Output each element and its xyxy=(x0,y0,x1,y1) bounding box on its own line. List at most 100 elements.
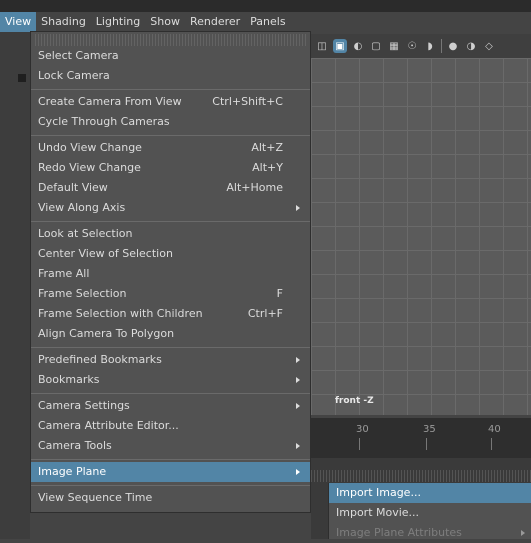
submenu-grip xyxy=(311,470,531,482)
menu-separator xyxy=(31,393,310,394)
menu-item-shortcut: Alt+Y xyxy=(252,161,283,174)
timeline-tick: 30 xyxy=(356,424,369,435)
menu-item-lock-camera[interactable]: Lock Camera xyxy=(31,66,310,86)
submenu-arrow-icon xyxy=(296,403,300,409)
camera-label: front -Z xyxy=(335,396,374,406)
timeline-tick-mark xyxy=(426,438,427,450)
menu-item-frame-selection-with-children[interactable]: Frame Selection with Children Ctrl+F xyxy=(31,304,310,324)
menu-item-align-camera-to-polygon[interactable]: Align Camera To Polygon xyxy=(31,324,310,344)
panel-menubar: View Shading Lighting Show Renderer Pane… xyxy=(0,12,531,32)
menu-item-shortcut: Alt+Home xyxy=(226,181,283,194)
menu-item-cycle-through-cameras[interactable]: Cycle Through Cameras xyxy=(31,112,310,132)
menu-item-frame-selection[interactable]: Frame Selection F xyxy=(31,284,310,304)
view-menu: Select Camera Lock Camera Create Camera … xyxy=(30,31,311,513)
menu-item-shortcut: Ctrl+Shift+C xyxy=(212,95,283,108)
submenu-item-image-plane-attributes: Image Plane Attributes xyxy=(329,523,531,543)
menu-item-view-sequence-time[interactable]: View Sequence Time xyxy=(31,488,310,508)
menu-separator xyxy=(31,135,310,136)
timeline-tick: 35 xyxy=(423,424,436,435)
menu-item-label: Select Camera xyxy=(38,49,119,62)
menu-item-shortcut: Alt+Z xyxy=(251,141,283,154)
menu-item-label: Predefined Bookmarks xyxy=(38,353,162,366)
menu-item-camera-tools[interactable]: Camera Tools xyxy=(31,436,310,456)
submenu-arrow-icon xyxy=(296,377,300,383)
timeline-tick: 40 xyxy=(488,424,501,435)
menu-item-label: Camera Tools xyxy=(38,439,112,452)
shadow-icon[interactable]: ◗ xyxy=(423,39,437,53)
menu-panels[interactable]: Panels xyxy=(245,12,290,32)
menu-item-camera-settings[interactable]: Camera Settings xyxy=(31,396,310,416)
menu-item-label: Frame Selection xyxy=(38,287,127,300)
menu-item-label: Camera Attribute Editor... xyxy=(38,419,179,432)
gutter-swatch xyxy=(18,74,26,82)
submenu-item-import-image[interactable]: Import Image... xyxy=(329,483,531,503)
left-gutter xyxy=(0,32,30,539)
submenu-item-import-movie[interactable]: Import Movie... xyxy=(329,503,531,523)
image-plane-submenu: Import Image... Import Movie... Image Pl… xyxy=(328,483,531,539)
menu-item-center-view-of-selection[interactable]: Center View of Selection xyxy=(31,244,310,264)
menu-item-label: Import Image... xyxy=(336,486,421,499)
menu-tearoff-grip[interactable] xyxy=(35,34,306,46)
menu-item-label: Redo View Change xyxy=(38,161,141,174)
menu-item-label: Look at Selection xyxy=(38,227,133,240)
submenu-arrow-icon xyxy=(296,469,300,475)
toolbar-separator xyxy=(441,39,442,53)
menu-item-create-camera-from-view[interactable]: Create Camera From View Ctrl+Shift+C xyxy=(31,92,310,112)
menu-item-label: Bookmarks xyxy=(38,373,100,386)
menu-item-image-plane[interactable]: Image Plane xyxy=(31,462,310,482)
menu-item-bookmarks[interactable]: Bookmarks xyxy=(31,370,310,390)
menu-item-redo-view-change[interactable]: Redo View Change Alt+Y xyxy=(31,158,310,178)
menu-item-label: Image Plane Attributes xyxy=(336,526,462,539)
menu-item-label: Default View xyxy=(38,181,108,194)
menu-item-frame-all[interactable]: Frame All xyxy=(31,264,310,284)
menu-item-view-along-axis[interactable]: View Along Axis xyxy=(31,198,310,218)
menu-item-look-at-selection[interactable]: Look at Selection xyxy=(31,224,310,244)
menu-renderer[interactable]: Renderer xyxy=(185,12,245,32)
isolate-icon[interactable]: ◇ xyxy=(482,39,496,53)
menu-separator xyxy=(31,221,310,222)
menu-item-label: Create Camera From View xyxy=(38,95,182,108)
menu-item-default-view[interactable]: Default View Alt+Home xyxy=(31,178,310,198)
material-icon[interactable]: ◑ xyxy=(464,39,478,53)
submenu-arrow-icon xyxy=(296,357,300,363)
grid-icon[interactable]: ▦ xyxy=(387,39,401,53)
menu-item-shortcut: Ctrl+F xyxy=(247,307,283,320)
viewport-grid[interactable]: front -Z xyxy=(311,58,531,415)
menu-separator xyxy=(31,459,310,460)
menu-item-label: Align Camera To Polygon xyxy=(38,327,175,340)
menu-item-label: Camera Settings xyxy=(38,399,130,412)
time-slider[interactable]: 30 35 40 xyxy=(311,418,531,458)
menu-item-predefined-bookmarks[interactable]: Predefined Bookmarks xyxy=(31,350,310,370)
timeline-tick-mark xyxy=(491,438,492,450)
menu-lighting[interactable]: Lighting xyxy=(91,12,145,32)
menu-separator xyxy=(31,347,310,348)
menu-item-label: View Sequence Time xyxy=(38,491,153,504)
menu-shading[interactable]: Shading xyxy=(36,12,91,32)
sphere-half-icon[interactable]: ◐ xyxy=(351,39,365,53)
window-top-bar xyxy=(0,0,531,12)
menu-item-camera-attribute-editor[interactable]: Camera Attribute Editor... xyxy=(31,416,310,436)
menu-item-label: View Along Axis xyxy=(38,201,126,214)
submenu-arrow-icon xyxy=(521,530,525,536)
menu-item-label: Frame Selection with Children xyxy=(38,307,203,320)
sphere-icon[interactable]: ● xyxy=(446,39,460,53)
menu-item-label: Import Movie... xyxy=(336,506,420,519)
menu-item-label: Frame All xyxy=(38,267,90,280)
menu-view[interactable]: View xyxy=(0,12,37,32)
menu-show[interactable]: Show xyxy=(145,12,185,32)
light-icon[interactable]: ☉ xyxy=(405,39,419,53)
submenu-arrow-icon xyxy=(296,443,300,449)
menu-item-label: Center View of Selection xyxy=(38,247,173,260)
menu-item-select-camera[interactable]: Select Camera xyxy=(31,46,310,66)
cube-wire-icon[interactable]: ▢ xyxy=(369,39,383,53)
menu-item-label: Undo View Change xyxy=(38,141,142,154)
menu-separator xyxy=(31,485,310,486)
menu-item-label: Cycle Through Cameras xyxy=(38,115,170,128)
menu-item-label: Lock Camera xyxy=(38,69,110,82)
menu-item-undo-view-change[interactable]: Undo View Change Alt+Z xyxy=(31,138,310,158)
menu-item-label: Image Plane xyxy=(38,465,107,478)
menu-separator xyxy=(31,89,310,90)
cube-shaded-icon[interactable]: ▣ xyxy=(333,39,347,53)
camera-icon[interactable]: ◫ xyxy=(315,39,329,53)
panel-toolbar: ◫ ▣ ◐ ▢ ▦ ☉ ◗ ● ◑ ◇ xyxy=(311,34,531,58)
